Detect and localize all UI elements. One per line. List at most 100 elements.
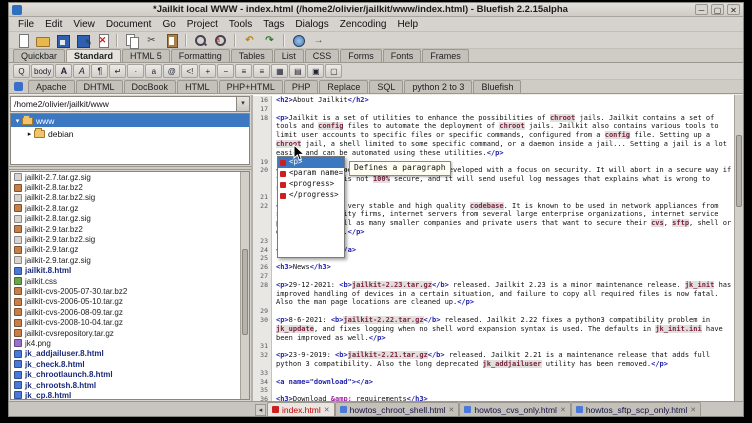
file-list-scrollbar[interactable] [240,172,249,399]
file-item[interactable]: jk_check.8.html [11,359,249,369]
comment-icon[interactable]: <! [181,64,198,78]
close-doc-button[interactable] [93,33,112,48]
toolbar-tab-tables[interactable]: Tables [231,49,273,62]
toolbar-tab-formatting[interactable]: Formatting [171,49,230,62]
menu-view[interactable]: View [68,18,100,31]
font-size-plus-icon[interactable]: + [199,64,216,78]
file-item[interactable]: jailkit-2.9.tar.bz2.sig [11,234,249,244]
redo-button[interactable] [260,33,279,48]
find-replace-button[interactable] [211,33,230,48]
nbsp-icon[interactable]: · [127,64,144,78]
doc-tab-howtos_chroot_shell.html[interactable]: howtos_chroot_shell.html✕ [335,402,460,416]
paragraph-icon[interactable]: ¶ [91,64,108,78]
menu-tools[interactable]: Tools [224,18,257,31]
snippets-tab-php[interactable]: PHP [284,80,319,93]
file-item[interactable]: jailkit-2.8.tar.bz2.sig [11,193,249,203]
undo-button[interactable] [240,33,259,48]
tree-item-www[interactable]: ▾www [11,114,249,127]
panel-splitter[interactable] [9,166,251,170]
file-item[interactable]: jailkit-cvs-2006-08-09.tar.gz [11,307,249,317]
file-item[interactable]: jailkit-cvs-2008-10-04.tar.gz [11,317,249,327]
copy-button[interactable] [122,33,141,48]
anchor-icon[interactable]: a [145,64,162,78]
table-icon[interactable]: ▦ [271,64,288,78]
menu-zencoding[interactable]: Zencoding [335,18,392,31]
file-item[interactable]: jailkit-2.9.tar.gz [11,245,249,255]
file-item[interactable]: jailkit-2.8.tar.gz [11,203,249,213]
font-size-minus-icon[interactable]: − [217,64,234,78]
toolbar-tab-standard[interactable]: Standard [66,49,121,62]
editor-scrollbar[interactable] [734,95,743,401]
close-button[interactable]: ✕ [727,4,740,15]
toolbar-tab-html-5[interactable]: HTML 5 [122,49,170,62]
file-item[interactable]: jk_chrootsh.8.html [11,380,249,390]
file-item[interactable]: jk4.png [11,338,249,348]
file-item[interactable]: jailkit-cvs-2005-07-30.tar.bz2 [11,286,249,296]
tab-scroll-left-icon[interactable]: ◂ [255,404,266,416]
menu-help[interactable]: Help [392,18,423,31]
center-icon[interactable]: ≡ [235,64,252,78]
snippets-tab-html[interactable]: HTML [177,80,218,93]
combo-dropdown-icon[interactable]: ▾ [236,97,249,111]
editor-scroll-thumb[interactable] [736,135,742,207]
indenting-button[interactable] [309,33,328,48]
cut-button[interactable] [142,33,161,48]
save-as-button[interactable] [73,33,92,48]
open-file-button[interactable] [33,33,52,48]
toolbar-tab-list[interactable]: List [274,49,304,62]
menu-project[interactable]: Project [182,18,223,31]
file-item[interactable]: jailkit-cvsrepository.tar.gz [11,328,249,338]
toolbar-tab-quickbar[interactable]: Quickbar [13,49,65,62]
doc-tab-close-icon[interactable]: ✕ [324,406,330,414]
file-item[interactable]: jk_cp.8.html [11,390,249,400]
maximize-button[interactable]: ▢ [711,4,724,15]
snippets-tab-apache[interactable]: Apache [28,80,75,93]
table-data-icon[interactable]: ▢ [325,64,342,78]
toolbar-tab-forms[interactable]: Forms [340,49,382,62]
expander-icon[interactable]: ▸ [25,130,34,138]
menu-go[interactable]: Go [157,18,180,31]
doc-tab-close-icon[interactable]: ✕ [449,406,455,414]
menu-edit[interactable]: Edit [40,18,67,31]
titlebar[interactable]: *Jailkit local WWW - index.html (/home2/… [9,3,743,17]
quickstart-icon[interactable]: Q [13,64,30,78]
toolbar-tab-frames[interactable]: Frames [422,49,469,62]
file-item[interactable]: jailkit-2.9.tar.gz.sig [11,255,249,265]
doc-tab-index.html[interactable]: index.html✕ [267,402,335,416]
menu-dialogs[interactable]: Dialogs [290,18,333,31]
code-editor[interactable]: 16<h2>About Jailkit</h2>1718<p>Jailkit i… [253,95,734,401]
file-item[interactable]: jailkit-2.7.tar.gz.sig [11,172,249,182]
file-item[interactable]: jailkit-2.9.tar.bz2 [11,224,249,234]
snippets-tab-php-html[interactable]: PHP+HTML [219,80,283,93]
file-item[interactable]: jailkit-cvs-2006-05-10.tar.gz [11,297,249,307]
snippets-tab-replace[interactable]: Replace [319,80,368,93]
bold-icon[interactable]: A [55,64,72,78]
minimize-button[interactable]: ─ [695,4,708,15]
align-right-icon[interactable]: ≡ [253,64,270,78]
paste-button[interactable] [162,33,181,48]
snippets-tab-dhtml[interactable]: DHTML [76,80,123,93]
snippets-tab-python-2-to-3[interactable]: python 2 to 3 [404,80,472,93]
snippets-tab-docbook[interactable]: DocBook [124,80,177,93]
find-button[interactable] [191,33,210,48]
menu-document[interactable]: Document [101,18,157,31]
file-item[interactable]: jk_addjailuser.8.html [11,349,249,359]
file-list-scroll-thumb[interactable] [242,249,248,335]
doc-tab-close-icon[interactable]: ✕ [690,406,696,414]
menu-tags[interactable]: Tags [258,18,289,31]
directory-combo[interactable]: /home2/olivier/jailkit/www ▾ [10,96,250,112]
save-button[interactable] [53,33,72,48]
autocomplete-item[interactable]: <p> [278,157,344,168]
autocomplete-item[interactable]: <progress> [278,179,344,190]
autocomplete-item[interactable]: <param name=""> [278,168,344,179]
italic-icon[interactable]: A [73,64,90,78]
doc-tab-howtos_sftp_scp_only.html[interactable]: howtos_sftp_scp_only.html✕ [571,402,701,416]
file-item[interactable]: jailkit-2.8.tar.bz2 [11,182,249,192]
table-row-icon[interactable]: ▤ [289,64,306,78]
file-item[interactable]: jk_chrootlaunch.8.html [11,369,249,379]
doc-tab-close-icon[interactable]: ✕ [560,406,566,414]
body-tag-icon[interactable]: body [31,64,54,78]
autocomplete-item[interactable]: </progress> [278,190,344,201]
preview-browser-button[interactable] [289,33,308,48]
table-header-icon[interactable]: ▣ [307,64,324,78]
